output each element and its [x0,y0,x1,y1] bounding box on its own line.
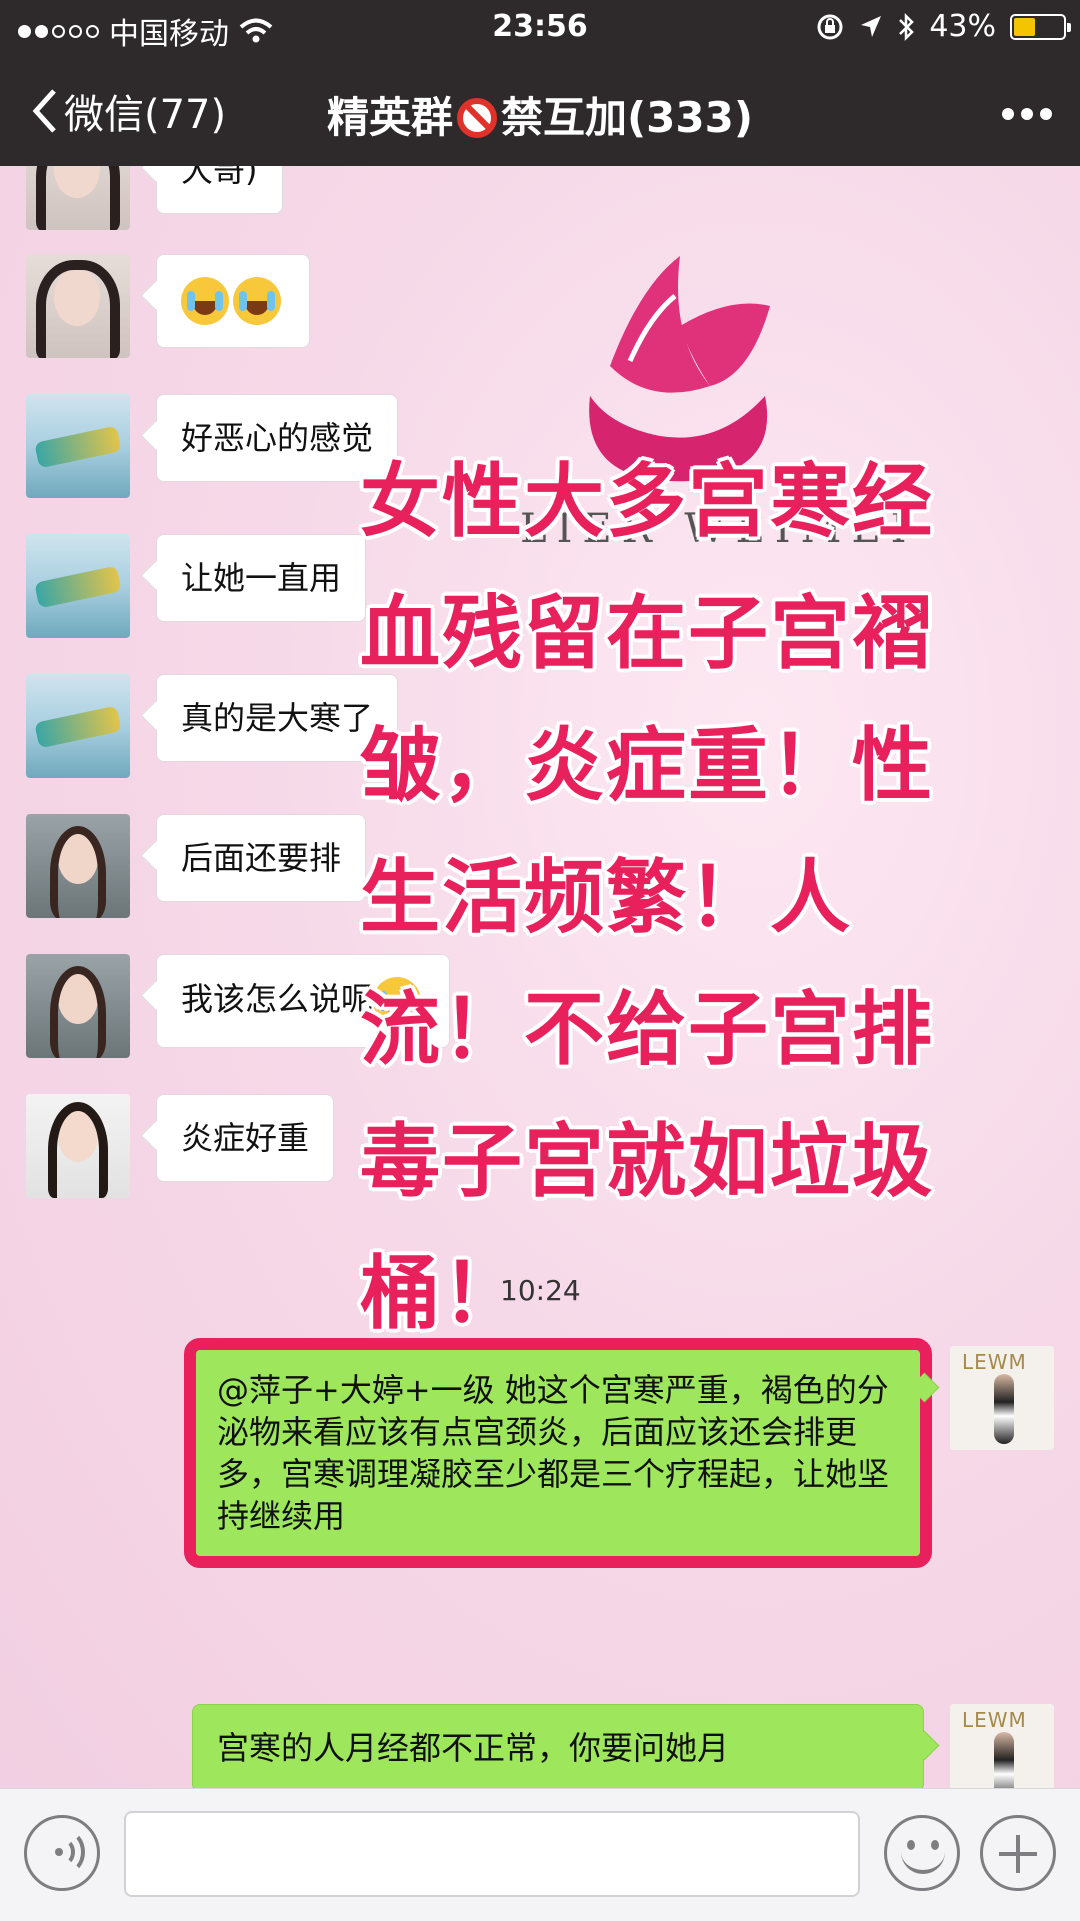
location-icon [861,15,882,37]
message-row: 后面还要排 [26,814,367,918]
message-row [26,254,310,358]
no-entry-icon [456,98,497,138]
sent-message-bubble[interactable]: 宫寒的人月经都不正常，你要问她月 [192,1704,924,1788]
overlay-line: 生活频繁！人 [360,851,852,944]
plus-icon[interactable] [980,1815,1056,1891]
avatar[interactable] [26,1094,130,1198]
nav-bar: 微信(77) 精英群 禁互加(333) [0,56,1080,166]
status-bar: 中国移动 23:56 43% [0,0,1080,56]
more-icon[interactable] [1002,108,1052,120]
timestamp: 10:24 [500,1274,581,1307]
message-bubble[interactable]: 后面还要排 [156,814,367,902]
chat-title-part1: 精英群 [326,93,453,142]
avatar-label: LEWM [962,1350,1027,1374]
overlay-line: 皱，炎症重！性 [360,719,934,812]
status-right: 43% [815,9,1071,44]
message-text: 我该怎么说呢 [181,980,374,1018]
avatar[interactable] [26,254,130,358]
chat-title-part2: 禁互加(333) [500,93,754,142]
avatar[interactable] [26,534,130,638]
message-bubble[interactable]: 炎症好重 [156,1094,335,1182]
bluetooth-icon [899,12,915,41]
message-bubble[interactable]: 让她一直用 [156,534,367,622]
overlay-line: 桶！ [360,1247,524,1340]
message-row: 炎症好重 [26,1094,335,1198]
avatar[interactable] [26,166,130,230]
overlay-caption: 女性大多宫寒经 血残留在子宫褶 皱，炎症重！性 生活频繁！人 流！不给子宫排 毒… [360,436,1060,1360]
message-bubble[interactable]: 大哥) [156,166,283,214]
message-row: 让她一直用 [26,534,367,638]
sent-message-bubble[interactable]: @萍子+大婷+一级 她这个宫寒严重，褐色的分泌物来看应该有点宫颈炎，后面应该还会… [184,1338,932,1568]
chat-title: 精英群 禁互加(333) [0,84,1080,145]
overlay-line: 血残留在子宫褶 [360,587,934,680]
message-row: @萍子+大婷+一级 她这个宫寒严重，褐色的分泌物来看应该有点宫颈炎，后面应该还会… [184,1338,1054,1568]
overlay-line: 女性大多宫寒经 [360,455,934,548]
emoji-icon[interactable] [884,1815,960,1891]
message-row: 宫寒的人月经都不正常，你要问她月 LEWM [192,1704,1054,1788]
avatar[interactable] [26,394,130,498]
avatar[interactable] [26,674,130,778]
avatar[interactable]: LEWM [950,1346,1054,1450]
crying-laughing-emoji-icon [181,277,229,325]
avatar[interactable] [26,954,130,1058]
message-input[interactable] [124,1811,860,1897]
overlay-line: 毒子宫就如垃圾 [360,1115,934,1208]
battery-icon [1010,13,1071,40]
message-row: 大哥) [26,166,283,230]
message-row: 好恶心的感觉 [26,394,399,498]
message-row: 真的是大寒了 [26,674,399,778]
avatar[interactable] [26,814,130,918]
avatar-label: LEWM [962,1708,1027,1732]
chat-area[interactable]: LIER WEIMEI 大哥) 好恶心的感觉 让她一直用 真的是大寒了 后面还要… [0,166,1080,1788]
avatar[interactable]: LEWM [950,1704,1054,1788]
rotation-lock-icon [817,14,843,39]
crying-laughing-emoji-icon [233,277,281,325]
battery-percent: 43% [929,9,996,44]
voice-icon[interactable] [24,1815,100,1891]
overlay-line: 流！不给子宫排 [360,983,934,1076]
message-bubble[interactable] [156,254,310,348]
input-bar [0,1788,1080,1921]
